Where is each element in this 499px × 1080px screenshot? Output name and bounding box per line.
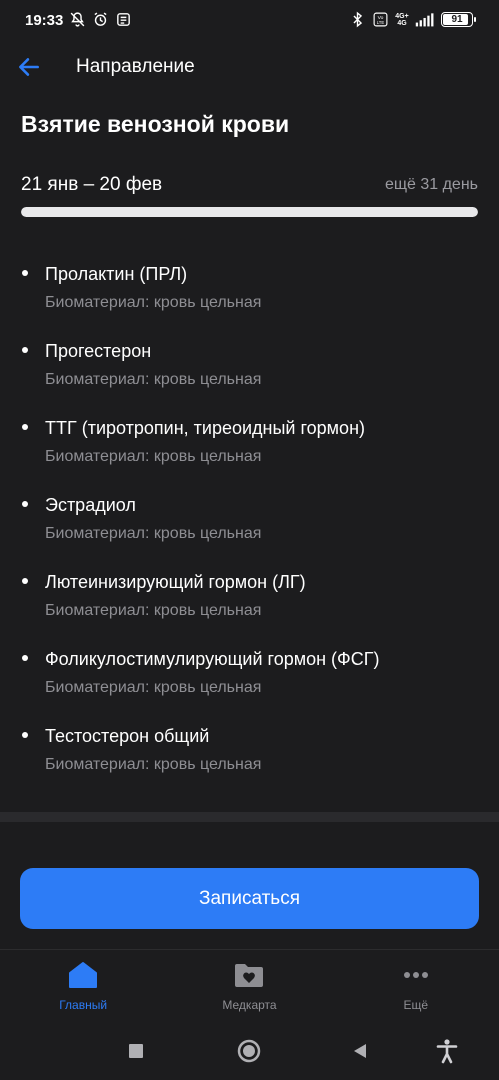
- mute-icon: [70, 12, 85, 27]
- signal-icon: [415, 13, 434, 27]
- list-item: Пролактин (ПРЛ) Биоматериал: кровь цельн…: [0, 262, 499, 339]
- test-biomaterial: Биоматериал: кровь цельная: [45, 294, 262, 311]
- accessibility-icon: [436, 1039, 458, 1064]
- bullet-icon: [22, 270, 28, 276]
- test-biomaterial: Биоматериал: кровь цельная: [45, 525, 262, 542]
- tab-home-label: Главный: [59, 998, 108, 1012]
- system-nav-bar: [0, 1020, 499, 1080]
- status-bar: 19:33 Vo LTE 4G+ 4G 91: [0, 0, 499, 42]
- medcard-icon: [232, 960, 266, 990]
- test-biomaterial: Биоматериал: кровь цельная: [45, 371, 262, 388]
- bullet-icon: [22, 732, 28, 738]
- app-header: Направление: [0, 46, 499, 88]
- status-right-icons: Vo LTE 4G+ 4G 91: [349, 11, 476, 28]
- triangle-back-icon: [354, 1044, 366, 1058]
- notification-icon: [117, 13, 130, 26]
- test-name: Прогестерон: [45, 341, 152, 361]
- more-icon: [399, 960, 433, 990]
- home-nav-button[interactable]: [235, 1037, 263, 1065]
- bullet-icon: [22, 501, 28, 507]
- period-progress-bar: [21, 207, 478, 217]
- screen: 19:33 Vo LTE 4G+ 4G 91 Направление Взяти…: [0, 0, 499, 1080]
- bottom-tab-bar: Главный Медкарта Ещё: [0, 950, 499, 1020]
- list-item: ТТГ (тиротропин, тиреоидный гормон) Биом…: [0, 416, 499, 493]
- status-left-icons: [69, 11, 132, 28]
- tab-more-label: Ещё: [403, 998, 429, 1012]
- svg-text:LTE: LTE: [377, 20, 385, 25]
- battery-level: 91: [451, 14, 463, 25]
- battery-icon: 91: [441, 12, 476, 27]
- section-divider: [0, 812, 499, 822]
- page-title: Взятие венозной крови: [21, 111, 290, 137]
- bullet-icon: [22, 424, 28, 430]
- days-left: ещё 31 день: [384, 176, 478, 193]
- test-name: ТТГ (тиротропин, тиреоидный гормон): [45, 418, 366, 438]
- bullet-icon: [22, 655, 28, 661]
- list-item: Фоликулостимулирующий гормон (ФСГ) Биома…: [0, 647, 499, 724]
- test-biomaterial: Биоматериал: кровь цельная: [45, 756, 262, 773]
- volte-icon: Vo LTE: [373, 12, 388, 27]
- home-icon: [66, 960, 100, 990]
- square-icon: [129, 1044, 143, 1058]
- date-range: 21 янв – 20 фев: [21, 174, 163, 195]
- list-item: Прогестерон Биоматериал: кровь цельная: [0, 339, 499, 416]
- test-biomaterial: Биоматериал: кровь цельная: [45, 679, 262, 696]
- list-item: Тестостерон общий Биоматериал: кровь цел…: [0, 724, 499, 801]
- header-title: Направление: [76, 56, 195, 77]
- back-nav-button[interactable]: [346, 1037, 374, 1065]
- accessibility-button[interactable]: [433, 1037, 461, 1065]
- period-progress-fill: [21, 207, 478, 217]
- status-time: 19:33: [25, 12, 64, 29]
- recents-button[interactable]: [122, 1037, 150, 1065]
- book-appointment-button[interactable]: Записаться: [20, 868, 479, 929]
- test-list: Пролактин (ПРЛ) Биоматериал: кровь цельн…: [0, 262, 499, 801]
- test-name: Лютеинизирующий гормон (ЛГ): [45, 572, 306, 592]
- tab-medcard-label: Медкарта: [222, 998, 277, 1012]
- test-biomaterial: Биоматериал: кровь цельная: [45, 448, 262, 465]
- test-biomaterial: Биоматериал: кровь цельная: [45, 602, 262, 619]
- list-item: Лютеинизирующий гормон (ЛГ) Биоматериал:…: [0, 570, 499, 647]
- bluetooth-icon: [353, 11, 363, 28]
- book-appointment-label: Записаться: [199, 887, 300, 909]
- bullet-icon: [22, 578, 28, 584]
- test-name: Пролактин (ПРЛ): [45, 264, 188, 284]
- list-item: Эстрадиол Биоматериал: кровь цельная: [0, 493, 499, 570]
- test-name: Тестостерон общий: [45, 726, 210, 746]
- back-button[interactable]: [14, 52, 44, 82]
- date-range-row: 21 янв – 20 фев ещё 31 день: [21, 174, 478, 200]
- arrow-left-icon: [19, 58, 39, 76]
- alarm-icon: [94, 12, 107, 26]
- tab-medcard[interactable]: Медкарта: [166, 950, 332, 1020]
- circle-icon: [237, 1039, 261, 1063]
- bullet-icon: [22, 347, 28, 353]
- network-badge: 4G+ 4G: [395, 12, 409, 27]
- tab-more[interactable]: Ещё: [333, 950, 499, 1020]
- test-name: Фоликулостимулирующий гормон (ФСГ): [45, 649, 380, 669]
- tab-home[interactable]: Главный: [0, 950, 166, 1020]
- test-name: Эстрадиол: [45, 495, 136, 515]
